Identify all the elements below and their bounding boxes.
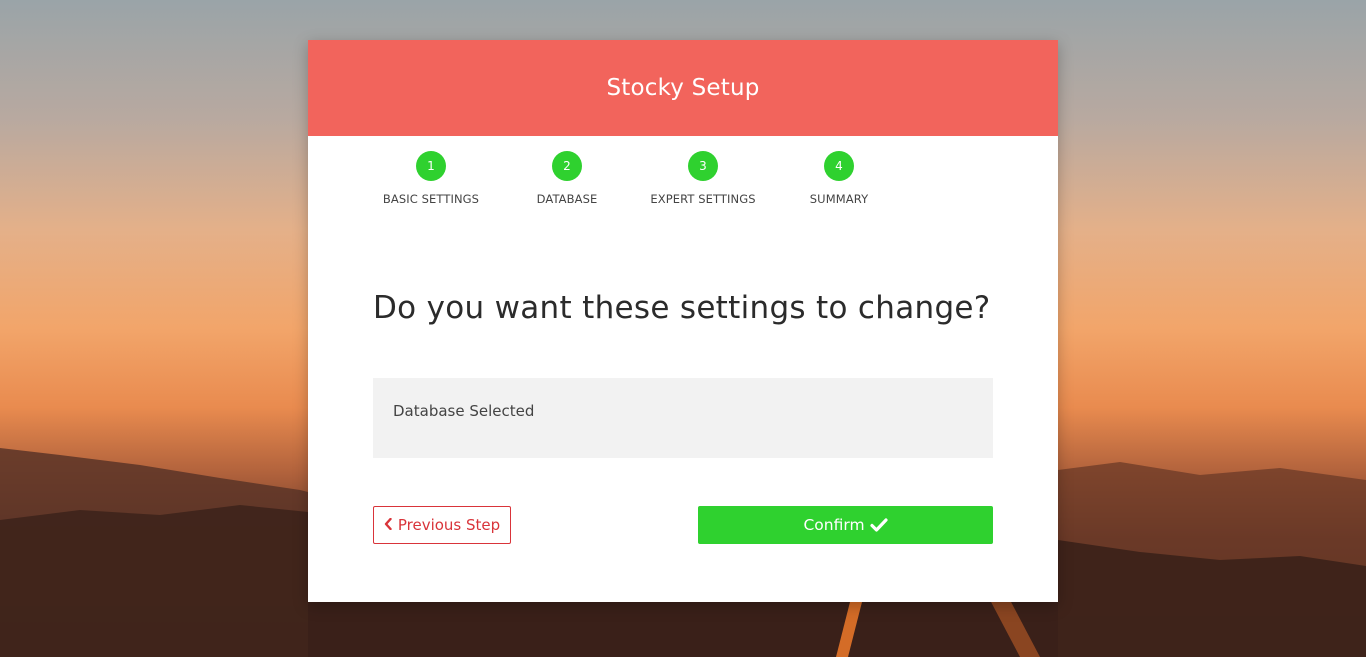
step-label: EXPERT SETTINGS: [650, 192, 756, 206]
step-summary[interactable]: 4 SUMMARY: [776, 151, 902, 206]
setup-card: Stocky Setup 1 BASIC SETTINGS 2 DATABASE…: [308, 40, 1058, 602]
confirm-label: Confirm: [803, 516, 865, 534]
previous-step-button[interactable]: Previous Step: [373, 506, 511, 544]
confirm-button[interactable]: Confirm: [698, 506, 993, 544]
summary-text: Database Selected: [393, 402, 535, 420]
page-title: Stocky Setup: [606, 75, 760, 101]
step-expert-settings[interactable]: 3 EXPERT SETTINGS: [640, 151, 766, 206]
check-icon: [869, 517, 888, 533]
step-basic-settings[interactable]: 1 BASIC SETTINGS: [368, 151, 494, 206]
confirmation-question: Do you want these settings to change?: [373, 290, 991, 326]
step-label: DATABASE: [536, 192, 598, 206]
step-indicator: 1 BASIC SETTINGS 2 DATABASE 3 EXPERT SET…: [368, 151, 868, 211]
step-label: SUMMARY: [809, 192, 869, 206]
step-label: BASIC SETTINGS: [382, 192, 480, 206]
step-database[interactable]: 2 DATABASE: [504, 151, 630, 206]
card-header: Stocky Setup: [308, 40, 1058, 136]
step-number-badge: 2: [552, 151, 582, 181]
step-number-badge: 1: [416, 151, 446, 181]
step-number-badge: 4: [824, 151, 854, 181]
step-number-badge: 3: [688, 151, 718, 181]
settings-summary-box: Database Selected: [373, 378, 993, 458]
chevron-left-icon: [384, 517, 392, 533]
previous-step-label: Previous Step: [397, 516, 501, 534]
